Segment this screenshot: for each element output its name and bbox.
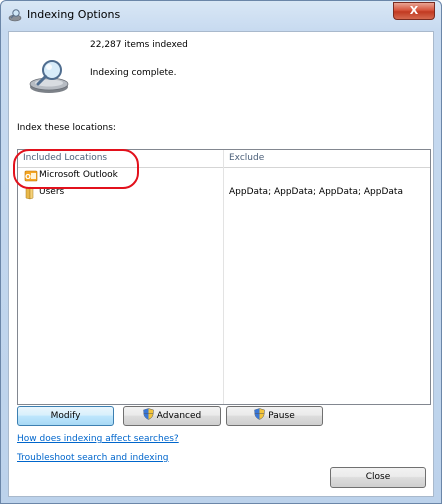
uac-shield-icon [142, 408, 154, 420]
indexing-status-text: Indexing complete. [90, 68, 177, 78]
troubleshoot-search-link[interactable]: Troubleshoot search and indexing [17, 453, 169, 463]
dialog-body: 22,287 items indexed Indexing complete. … [8, 31, 434, 497]
window-title: Indexing Options [27, 8, 121, 21]
how-indexing-affects-searches-link[interactable]: How does indexing affect searches? [17, 434, 179, 444]
uac-shield-icon [254, 408, 266, 420]
column-exclude[interactable]: Exclude [229, 153, 264, 163]
index-locations-label: Index these locations: [17, 123, 116, 133]
indexing-options-icon [8, 9, 22, 22]
title-bar: Indexing Options X [1, 1, 441, 31]
advanced-label: Advanced [156, 411, 202, 421]
location-exclude: AppData; AppData; AppData; AppData [229, 187, 403, 197]
close-icon: X [409, 4, 419, 17]
modify-button[interactable]: Modify [17, 406, 114, 426]
close-button[interactable]: Close [330, 467, 426, 488]
items-indexed-count: 22,287 items indexed [90, 40, 188, 50]
indexing-status-icon [29, 60, 69, 93]
indexing-options-window: Indexing Options X 22,287 items indexed … [0, 0, 442, 504]
pause-button[interactable]: Pause [226, 406, 323, 426]
window-close-button[interactable]: X [393, 2, 435, 20]
pause-label: Pause [268, 411, 295, 421]
advanced-button[interactable]: Advanced [123, 406, 221, 426]
red-annotation-circle [13, 149, 139, 189]
